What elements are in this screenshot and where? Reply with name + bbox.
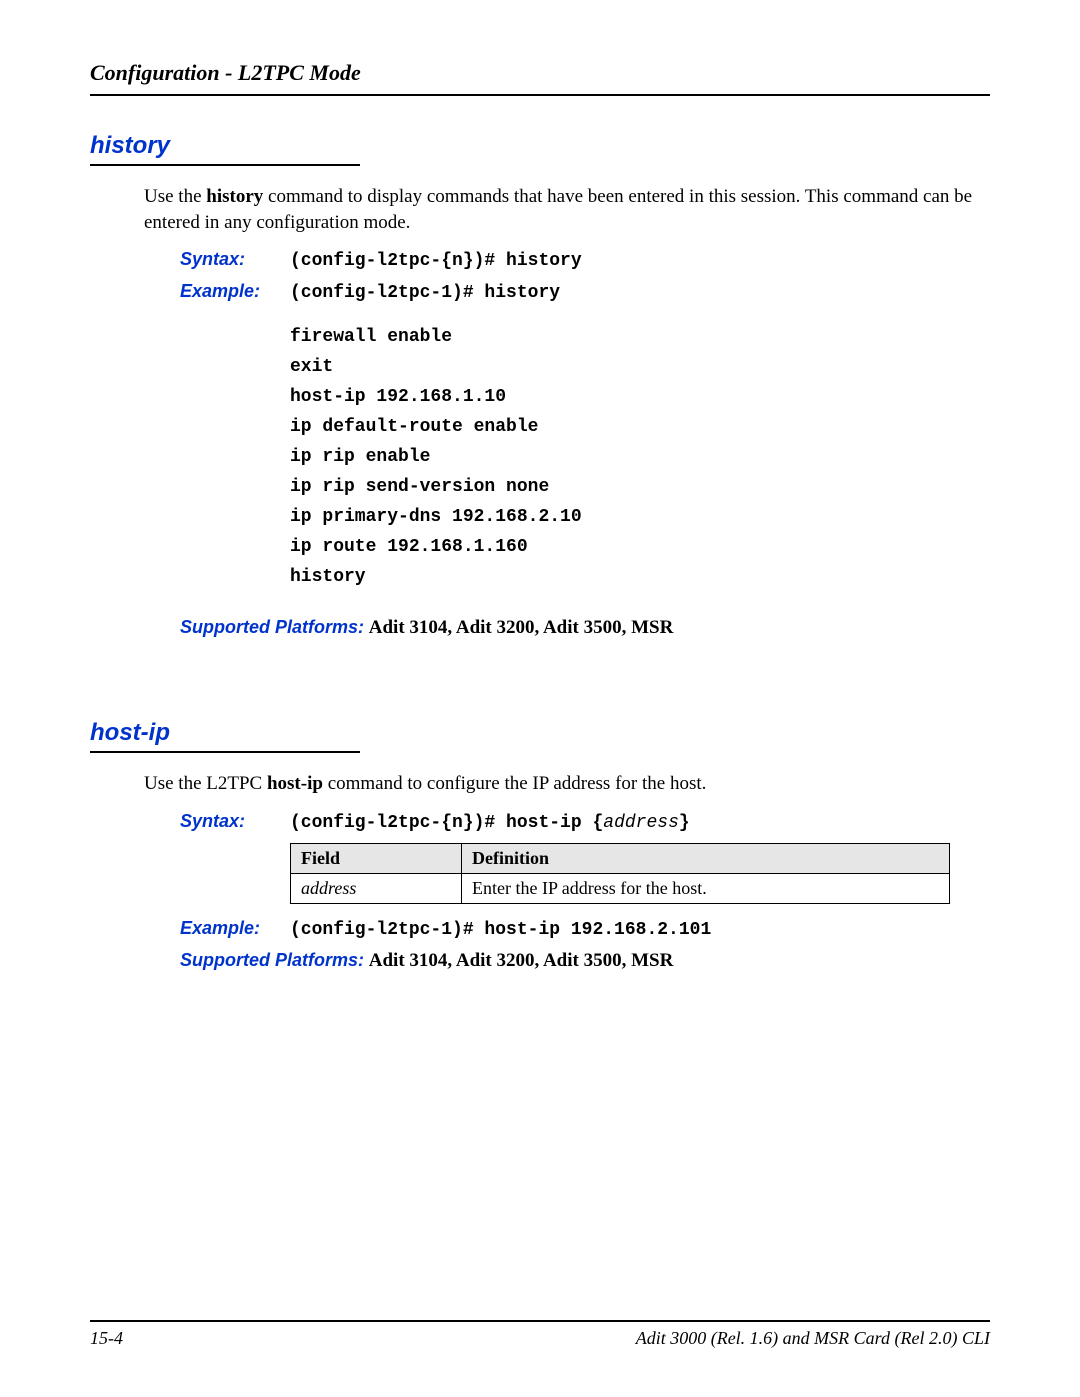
text: Use the bbox=[144, 186, 206, 207]
syntax-suffix: } bbox=[679, 813, 690, 833]
syntax-row: Syntax: (config-l2tpc-{n})# host-ip {add… bbox=[90, 811, 990, 833]
table-header-field: Field bbox=[291, 843, 462, 873]
text: Use the L2TPC bbox=[144, 773, 267, 794]
example-row: Example: (config-l2tpc-1)# history bbox=[90, 281, 990, 303]
command-name: history bbox=[206, 186, 263, 207]
section-underline bbox=[90, 164, 360, 166]
section-host-ip: host-ip Use the L2TPC host-ip command to… bbox=[90, 719, 990, 972]
example-value: (config-l2tpc-1)# history bbox=[290, 283, 560, 303]
field-definition-table: Field Definition address Enter the IP ad… bbox=[290, 843, 950, 904]
output-line: exit bbox=[290, 357, 990, 377]
host-ip-description: Use the L2TPC host-ip command to configu… bbox=[90, 771, 990, 797]
output-line: ip rip enable bbox=[290, 447, 990, 467]
section-title-host-ip: host-ip bbox=[90, 719, 990, 747]
footer-line: 15-4 Adit 3000 (Rel. 1.6) and MSR Card (… bbox=[90, 1328, 990, 1349]
section-history: history Use the history command to displ… bbox=[90, 132, 990, 639]
section-title-history: history bbox=[90, 132, 990, 160]
supported-platforms-row: Supported Platforms: Adit 3104, Adit 320… bbox=[90, 950, 990, 972]
text: command to configure the IP address for … bbox=[323, 773, 706, 794]
table-row: address Enter the IP address for the hos… bbox=[291, 873, 950, 903]
example-value: (config-l2tpc-1)# host-ip 192.168.2.101 bbox=[290, 920, 711, 940]
table-header-definition: Definition bbox=[462, 843, 950, 873]
example-output-block: firewall enable exit host-ip 192.168.1.1… bbox=[90, 327, 990, 587]
example-row: Example: (config-l2tpc-1)# host-ip 192.1… bbox=[90, 918, 990, 940]
output-line: ip route 192.168.1.160 bbox=[290, 537, 990, 557]
history-description: Use the history command to display comma… bbox=[90, 184, 990, 235]
footer-rule bbox=[90, 1320, 990, 1322]
syntax-arg: address bbox=[603, 813, 679, 833]
platforms-value: Adit 3104, Adit 3200, Adit 3500, MSR bbox=[369, 617, 674, 638]
syntax-value: (config-l2tpc-{n})# history bbox=[290, 251, 582, 271]
page-number: 15-4 bbox=[90, 1328, 123, 1349]
output-line: firewall enable bbox=[290, 327, 990, 347]
footer-doc-title: Adit 3000 (Rel. 1.6) and MSR Card (Rel 2… bbox=[636, 1328, 990, 1349]
output-line: ip primary-dns 192.168.2.10 bbox=[290, 507, 990, 527]
example-label: Example: bbox=[180, 918, 290, 939]
table-cell-field: address bbox=[291, 873, 462, 903]
syntax-label: Syntax: bbox=[180, 811, 290, 832]
example-label: Example: bbox=[180, 281, 290, 302]
syntax-value: (config-l2tpc-{n})# host-ip {address} bbox=[290, 813, 690, 833]
output-line: ip rip send-version none bbox=[290, 477, 990, 497]
output-line: history bbox=[290, 567, 990, 587]
text: command to display commands that have be… bbox=[144, 186, 972, 233]
output-line: ip default-route enable bbox=[290, 417, 990, 437]
page-header-title: Configuration - L2TPC Mode bbox=[90, 60, 990, 86]
page-footer: 15-4 Adit 3000 (Rel. 1.6) and MSR Card (… bbox=[90, 1320, 990, 1349]
table-header-row: Field Definition bbox=[291, 843, 950, 873]
supported-platforms-row: Supported Platforms: Adit 3104, Adit 320… bbox=[90, 617, 990, 639]
header-rule bbox=[90, 94, 990, 96]
section-underline bbox=[90, 751, 360, 753]
page: Configuration - L2TPC Mode history Use t… bbox=[0, 0, 1080, 1397]
syntax-prefix: (config-l2tpc-{n})# host-ip { bbox=[290, 813, 603, 833]
platforms-label: Supported Platforms: bbox=[180, 617, 364, 637]
platforms-label: Supported Platforms: bbox=[180, 950, 364, 970]
table-cell-definition: Enter the IP address for the host. bbox=[462, 873, 950, 903]
syntax-label: Syntax: bbox=[180, 249, 290, 270]
output-line: host-ip 192.168.1.10 bbox=[290, 387, 990, 407]
command-name: host-ip bbox=[267, 773, 323, 794]
platforms-value: Adit 3104, Adit 3200, Adit 3500, MSR bbox=[369, 950, 674, 971]
syntax-row: Syntax: (config-l2tpc-{n})# history bbox=[90, 249, 990, 271]
